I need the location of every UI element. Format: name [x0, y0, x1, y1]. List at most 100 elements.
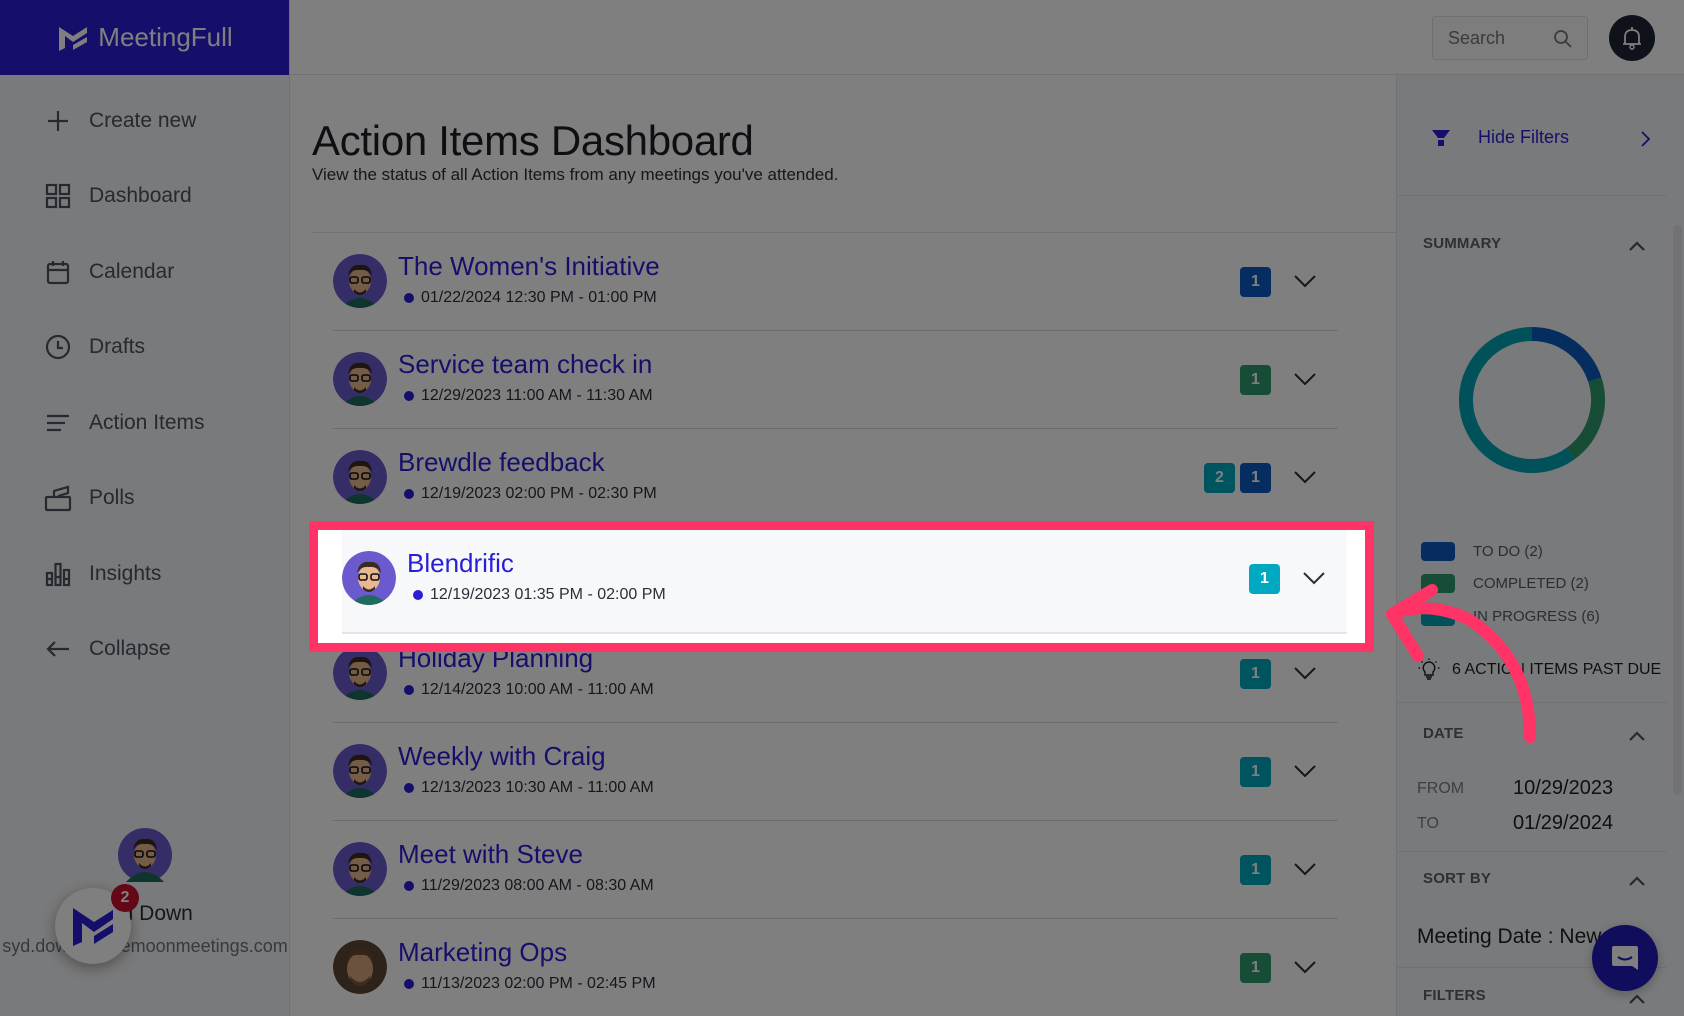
meeting-time: 12/13/2023 10:30 AM - 11:00 AM: [404, 779, 654, 797]
date-from[interactable]: FROM 10/29/2023: [1417, 777, 1613, 800]
clock-icon: [44, 333, 72, 361]
date-to[interactable]: TO 01/29/2024: [1417, 812, 1613, 835]
sidebar-item-action-items[interactable]: Action Items: [0, 385, 289, 461]
meeting-title-link[interactable]: Weekly with Craig: [398, 741, 606, 772]
meeting-title-link[interactable]: Marketing Ops: [398, 937, 567, 968]
chevron-up-icon[interactable]: [1626, 235, 1648, 257]
chevron-down-icon[interactable]: [1292, 758, 1318, 784]
chevron-down-icon[interactable]: [1292, 464, 1318, 490]
meeting-title-link[interactable]: Meet with Steve: [398, 839, 583, 870]
status-count-badge[interactable]: 1: [1240, 463, 1271, 493]
ballot-box-icon: [44, 484, 72, 512]
chevron-down-icon[interactable]: [1292, 954, 1318, 980]
chevron-down-icon[interactable]: [1292, 660, 1318, 686]
section-divider: [1397, 195, 1667, 196]
legend-item-todo[interactable]: TO DO (2): [1421, 535, 1600, 568]
status-dot-icon: [404, 783, 414, 793]
date-heading: DATE: [1423, 725, 1464, 742]
organizer-avatar: [333, 842, 387, 896]
legend-item-in-progress[interactable]: IN PROGRESS (6): [1421, 600, 1600, 633]
status-count-badge[interactable]: 1: [1240, 267, 1271, 297]
filter-panel-scrollbar[interactable]: [1673, 225, 1682, 795]
organizer-avatar: [333, 940, 387, 994]
chevron-down-icon[interactable]: [1301, 565, 1327, 591]
legend-swatch: [1421, 574, 1455, 594]
meeting-row[interactable]: Marketing Ops 11/13/2023 02:00 PM - 02:45…: [333, 919, 1338, 1016]
meeting-title-link[interactable]: Blendrific: [407, 548, 514, 579]
meeting-datetime: 12/13/2023 10:30 AM - 11:00 AM: [421, 779, 654, 796]
badge-group: 1: [1240, 659, 1271, 689]
organizer-avatar: [333, 352, 387, 406]
date-to-value[interactable]: 01/29/2024: [1513, 812, 1613, 835]
chevron-right-icon[interactable]: [1636, 130, 1654, 148]
chat-button[interactable]: [1592, 925, 1658, 991]
status-count-badge[interactable]: 1: [1249, 564, 1280, 594]
top-header: [290, 0, 1684, 75]
chevron-up-icon[interactable]: [1626, 870, 1648, 892]
notifications-button[interactable]: [1609, 15, 1655, 61]
plus-icon: [44, 107, 72, 135]
chevron-down-icon[interactable]: [1292, 856, 1318, 882]
sidebar-item-calendar[interactable]: Calendar: [0, 234, 289, 310]
legend-swatch: [1421, 606, 1455, 626]
lightbulb-icon: [1418, 658, 1440, 680]
meeting-row[interactable]: Blendrific 12/19/2023 01:35 PM - 02:00 PM…: [342, 530, 1347, 634]
status-dot-icon: [404, 685, 414, 695]
past-due-text: 6 ACTION ITEMS PAST DUE: [1452, 661, 1662, 678]
search-box[interactable]: [1432, 16, 1588, 60]
meeting-title-link[interactable]: The Women's Initiative: [398, 251, 660, 282]
sidebar-item-insights[interactable]: Insights: [0, 536, 289, 612]
chat-icon: [1612, 946, 1638, 970]
status-count-badge[interactable]: 1: [1240, 659, 1271, 689]
status-count-badge[interactable]: 1: [1240, 365, 1271, 395]
brand-logo[interactable]: MeetingFull: [0, 0, 289, 75]
donut-segment-completed: [1566, 377, 1605, 460]
meeting-time: 12/19/2023 02:00 PM - 02:30 PM: [404, 485, 657, 503]
search-icon[interactable]: [1553, 29, 1573, 49]
meeting-time: 12/19/2023 01:35 PM - 02:00 PM: [413, 586, 666, 604]
sidebar-item-create-new[interactable]: Create new: [0, 83, 289, 159]
sidebar-item-dashboard[interactable]: Dashboard: [0, 159, 289, 235]
meeting-row[interactable]: Brewdle feedback 12/19/2023 02:00 PM - 02…: [333, 429, 1338, 527]
badge-group: 1: [1240, 365, 1271, 395]
chevron-up-icon[interactable]: [1626, 988, 1648, 1010]
date-from-value[interactable]: 10/29/2023: [1513, 777, 1613, 800]
sort-heading: SORT BY: [1423, 870, 1492, 887]
meeting-row[interactable]: Meet with Steve 11/29/2023 08:00 AM - 08:…: [333, 821, 1338, 919]
meeting-row[interactable]: Weekly with Craig 12/13/2023 10:30 AM - 1…: [333, 723, 1338, 821]
user-profile[interactable]: Syd Down syd.down@bluemoonmeetings.com: [0, 828, 290, 957]
meeting-row[interactable]: The Women's Initiative 01/22/2024 12:30 P…: [333, 233, 1338, 331]
legend-label: COMPLETED (2): [1473, 575, 1589, 593]
app-launcher-button[interactable]: 2: [55, 884, 139, 964]
sidebar-item-polls[interactable]: Polls: [0, 461, 289, 537]
brand-name: MeetingFull: [98, 22, 233, 52]
sidebar-item-drafts[interactable]: Drafts: [0, 310, 289, 386]
search-input[interactable]: [1448, 27, 1548, 49]
status-dot-icon: [404, 293, 414, 303]
meeting-datetime: 11/13/2023 02:00 PM - 02:45 PM: [421, 975, 656, 992]
status-count-badge[interactable]: 1: [1240, 855, 1271, 885]
chevron-down-icon[interactable]: [1292, 268, 1318, 294]
meeting-datetime: 12/14/2023 10:00 AM - 11:00 AM: [421, 681, 654, 698]
legend-label: IN PROGRESS (6): [1473, 607, 1600, 625]
status-count-badge[interactable]: 1: [1240, 757, 1271, 787]
filters-heading: FILTERS: [1423, 987, 1486, 1004]
sidebar-item-label: Calendar: [89, 259, 175, 283]
status-count-badge[interactable]: 1: [1240, 953, 1271, 983]
hide-filters-button[interactable]: Hide Filters: [1431, 127, 1569, 148]
chevron-down-icon[interactable]: [1292, 366, 1318, 392]
legend-item-completed[interactable]: COMPLETED (2): [1421, 568, 1600, 601]
section-divider: [1397, 851, 1667, 852]
meeting-title-link[interactable]: Brewdle feedback: [398, 447, 605, 478]
sidebar-item-label: Drafts: [89, 335, 146, 359]
badge-group: 1: [1240, 855, 1271, 885]
meetingfull-logo-icon: [73, 908, 113, 946]
status-count-badge[interactable]: 2: [1204, 463, 1235, 493]
chevron-up-icon[interactable]: [1626, 725, 1648, 747]
meeting-title-link[interactable]: Service team check in: [398, 349, 652, 380]
sidebar-item-collapse[interactable]: Collapse: [0, 612, 289, 688]
user-avatar: [118, 828, 172, 882]
bar-chart-icon: [44, 560, 72, 588]
date-to-label: TO: [1417, 814, 1439, 832]
meeting-row[interactable]: Service team check in 12/29/2023 11:00 AM…: [333, 331, 1338, 429]
